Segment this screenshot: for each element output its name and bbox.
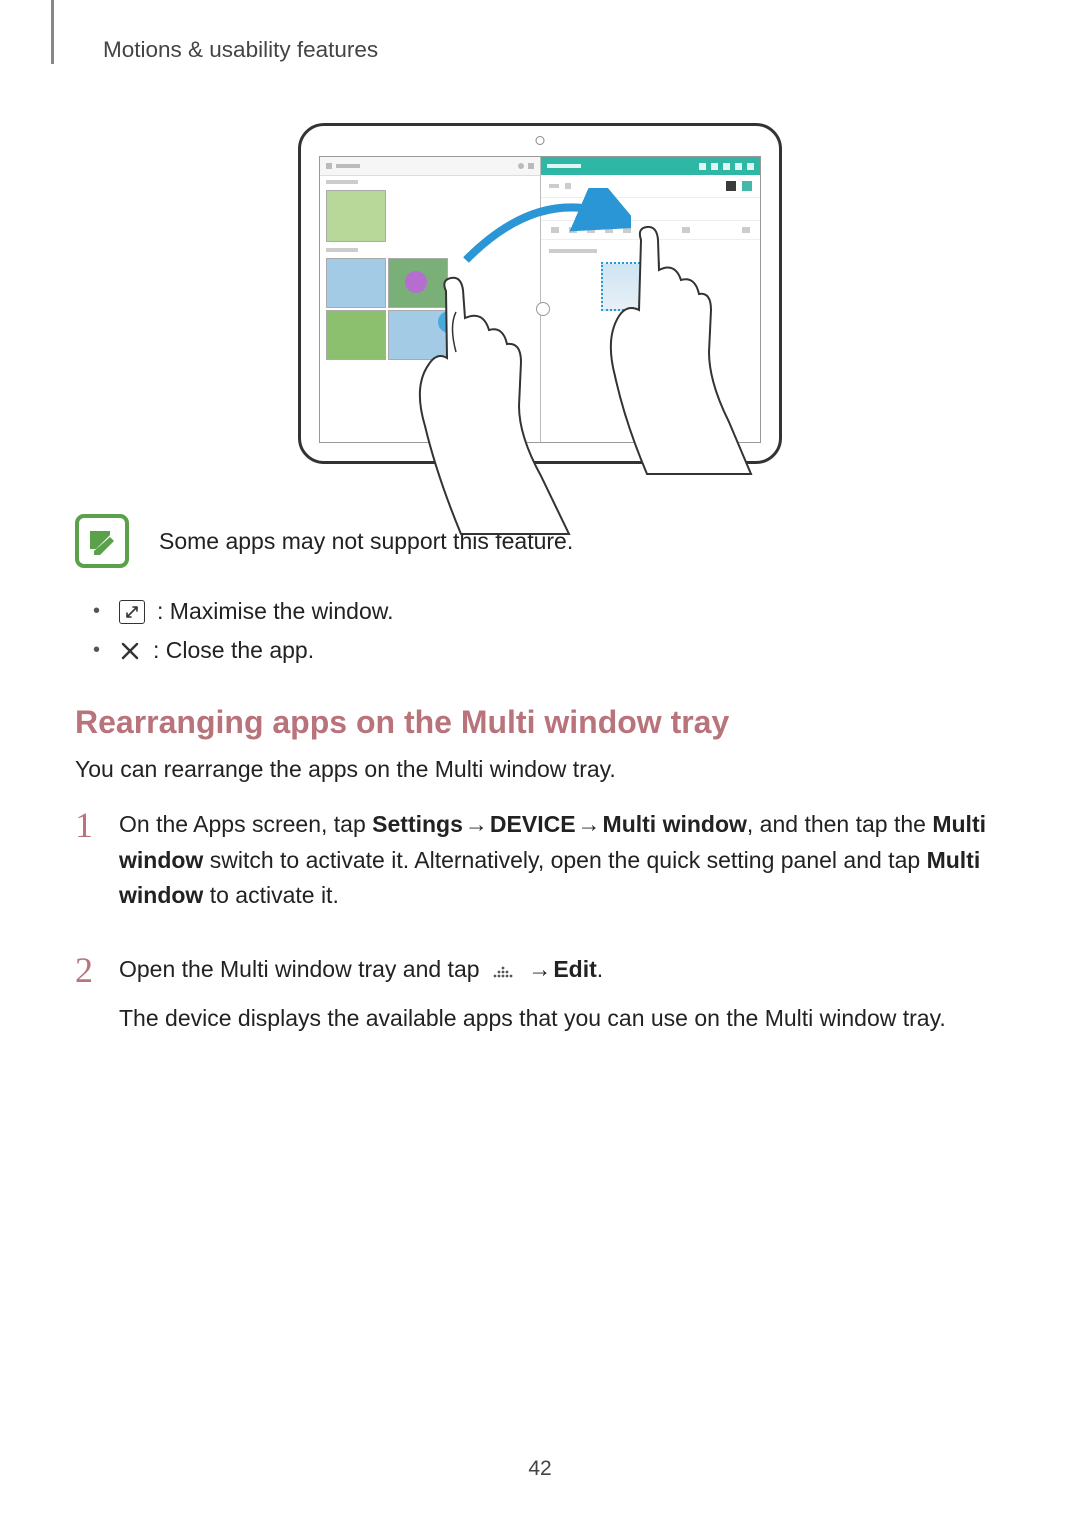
- maximise-icon: [119, 600, 145, 624]
- note-icon: [75, 514, 129, 568]
- drag-arrow-icon: [461, 188, 631, 268]
- step-2-line1: Open the Multi window tray and tap → Edi…: [119, 952, 1005, 991]
- tablet-frame: [298, 123, 782, 464]
- step-2-line2: The device displays the available apps t…: [119, 1001, 1005, 1037]
- legend-maximise: • : Maximise the window.: [93, 598, 1005, 625]
- icon-legend-list: • : Maximise the window. • : Close the a…: [75, 598, 1005, 664]
- figure-multiwindow-drag: [75, 123, 1005, 469]
- drop-target-icon: [601, 262, 660, 311]
- section-intro: You can rearrange the apps on the Multi …: [75, 753, 1005, 785]
- step-2-number: 2: [75, 952, 101, 1046]
- step-1-number: 1: [75, 807, 101, 924]
- step-1: 1 On the Apps screen, tap Settings → DEV…: [75, 807, 1005, 924]
- legend-maximise-text: : Maximise the window.: [157, 598, 393, 625]
- camera-dot: [536, 136, 545, 145]
- legend-close-text: : Close the app.: [153, 637, 314, 664]
- legend-close: • : Close the app.: [93, 637, 1005, 664]
- step-2: 2 Open the Multi window tray and tap → E…: [75, 952, 1005, 1046]
- page-number: 42: [0, 1457, 1080, 1481]
- note-text: Some apps may not support this feature.: [159, 528, 573, 555]
- more-dots-icon: [490, 955, 516, 991]
- steps-list: 1 On the Apps screen, tap Settings → DEV…: [75, 807, 1005, 1046]
- split-handle-icon: [536, 302, 550, 316]
- touch-point-icon: [438, 311, 460, 333]
- step-1-text: On the Apps screen, tap Settings → DEVIC…: [119, 807, 1005, 914]
- close-icon: [119, 640, 141, 662]
- note-block: Some apps may not support this feature.: [75, 514, 1005, 568]
- page-header: Motions & usability features: [103, 37, 1005, 63]
- section-heading: Rearranging apps on the Multi window tra…: [75, 704, 1005, 741]
- header-rule: [51, 0, 54, 64]
